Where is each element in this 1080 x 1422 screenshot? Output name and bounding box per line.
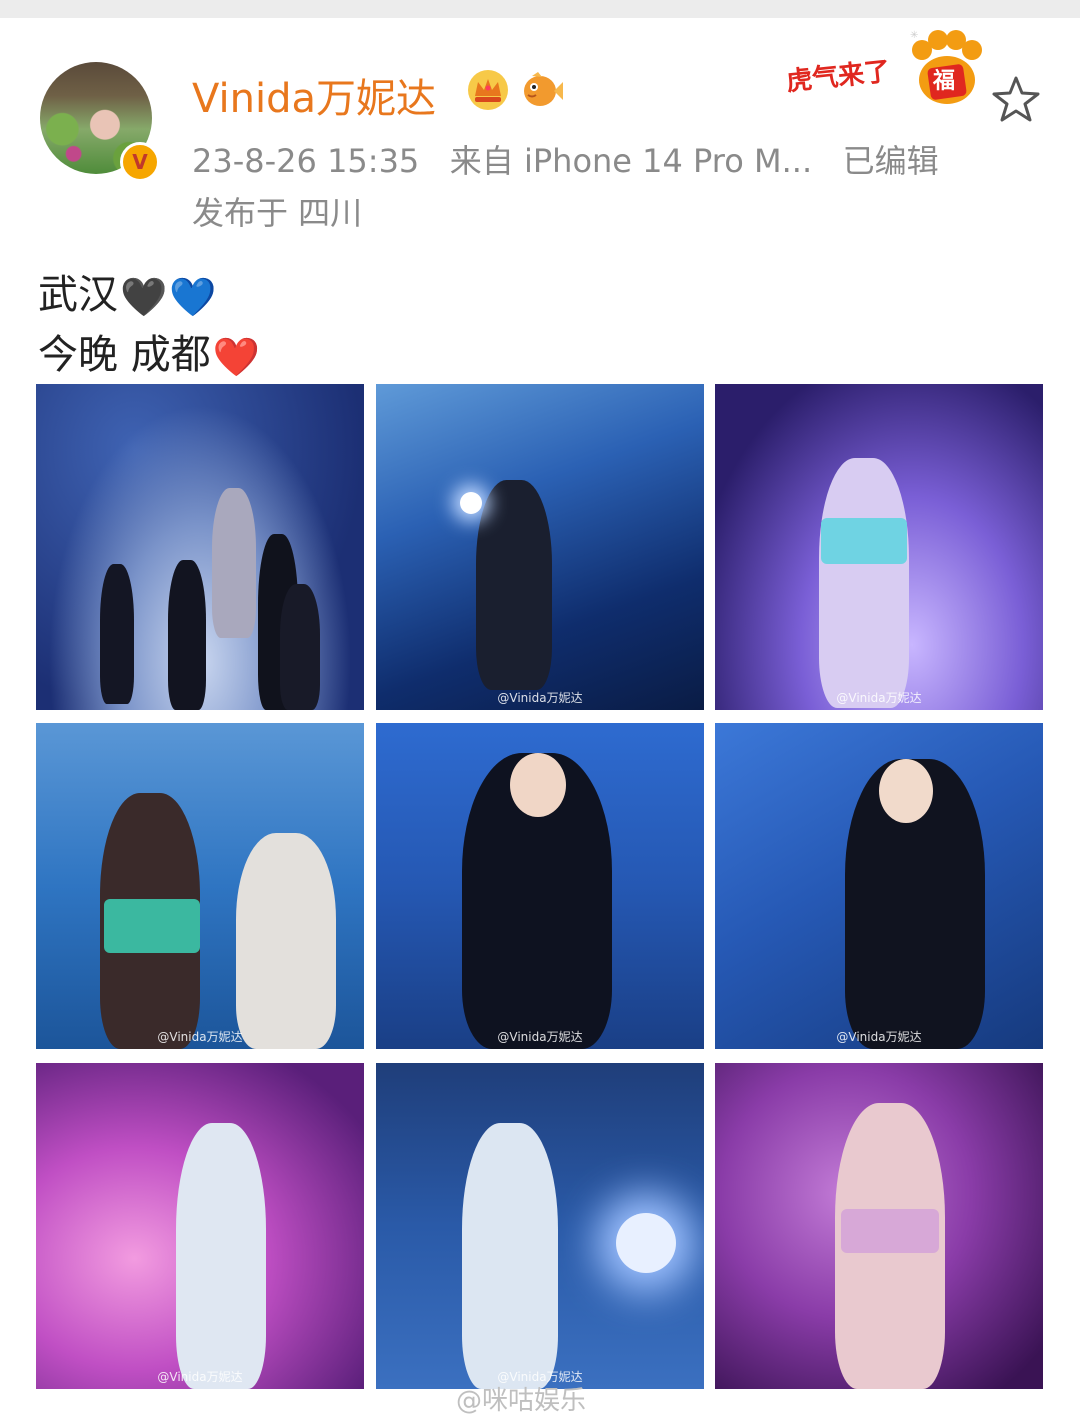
photo-tile-1[interactable] [36,384,364,710]
performer-figure [280,584,320,710]
timestamp: 23-8-26 15:35 [192,142,420,180]
photo-tile-3[interactable]: @Vinida万妮达 [715,384,1043,710]
performer-figure [212,488,256,638]
campaign-fu-char: 福 [932,69,955,94]
edited-label[interactable]: 已编辑 [843,142,939,180]
photo-tile-5[interactable]: @Vinida万妮达 [376,723,704,1049]
performer-top [841,1209,939,1253]
photo-tile-4[interactable]: @Vinida万妮达 [36,723,364,1049]
stage-light [616,1213,676,1273]
performer-figure [462,1123,558,1389]
star-icon[interactable] [990,74,1042,126]
performer-head [879,759,933,823]
blue-heart-icon: 💙 [169,274,217,319]
performer-figure [100,564,134,704]
photo-tile-8[interactable]: @Vinida万妮达 [376,1063,704,1389]
top-status-strip [0,0,1080,18]
photo-tile-7[interactable]: @Vinida万妮达 [36,1063,364,1389]
post-text-line2: 今晚 成都❤️ [38,322,260,380]
verified-badge-icon: V [120,142,160,182]
svg-text:✳: ✳ [910,30,918,41]
source-device[interactable]: 来自 iPhone 14 Pro M... [450,142,812,180]
photo-tile-6[interactable]: @Vinida万妮达 [715,723,1043,1049]
photo-watermark: @Vinida万妮达 [157,1370,243,1384]
performer-top [104,899,200,953]
post-meta: 23-8-26 15:35 来自 iPhone 14 Pro M... 已编辑 [192,136,939,182]
black-heart-icon: 🖤 [120,274,168,319]
fish-icon[interactable] [518,70,564,112]
performer-top [821,518,907,564]
location: 发布于 四川 [192,194,363,232]
post-text-line1: 武汉🖤💙 [38,262,217,320]
photo-watermark: @Vinida万妮达 [836,1030,922,1044]
campaign-text: 虎气来了 [784,56,892,98]
photo-watermark: @Vinida万妮达 [836,691,922,705]
post-text-city: 武汉 [38,272,118,318]
photo-tile-9[interactable] [715,1063,1043,1389]
username[interactable]: Vinida万妮达 [192,66,436,124]
photo-tile-2[interactable]: @Vinida万妮达 [376,384,704,710]
crown-icon[interactable] [466,68,510,112]
photo-watermark: @Vinida万妮达 [497,1030,583,1044]
photo-watermark: @Vinida万妮达 [497,691,583,705]
red-heart-icon: ❤️ [212,334,261,379]
performer-head [510,753,566,817]
post-text-tonight: 今晚 成都 [38,332,211,378]
photo-watermark: @Vinida万妮达 [157,1030,243,1044]
performer-figure [168,560,206,710]
performer-figure [176,1123,266,1389]
stage-sparkle [460,492,482,514]
avatar[interactable]: V [40,62,160,182]
performer-figure [476,480,552,690]
campaign-badge[interactable]: 虎气来了 ✳ 福 [780,28,990,112]
performer-figure [236,833,336,1049]
performer-figure [819,458,909,708]
repost-watermark: @咪咕娱乐 [456,1386,587,1416]
